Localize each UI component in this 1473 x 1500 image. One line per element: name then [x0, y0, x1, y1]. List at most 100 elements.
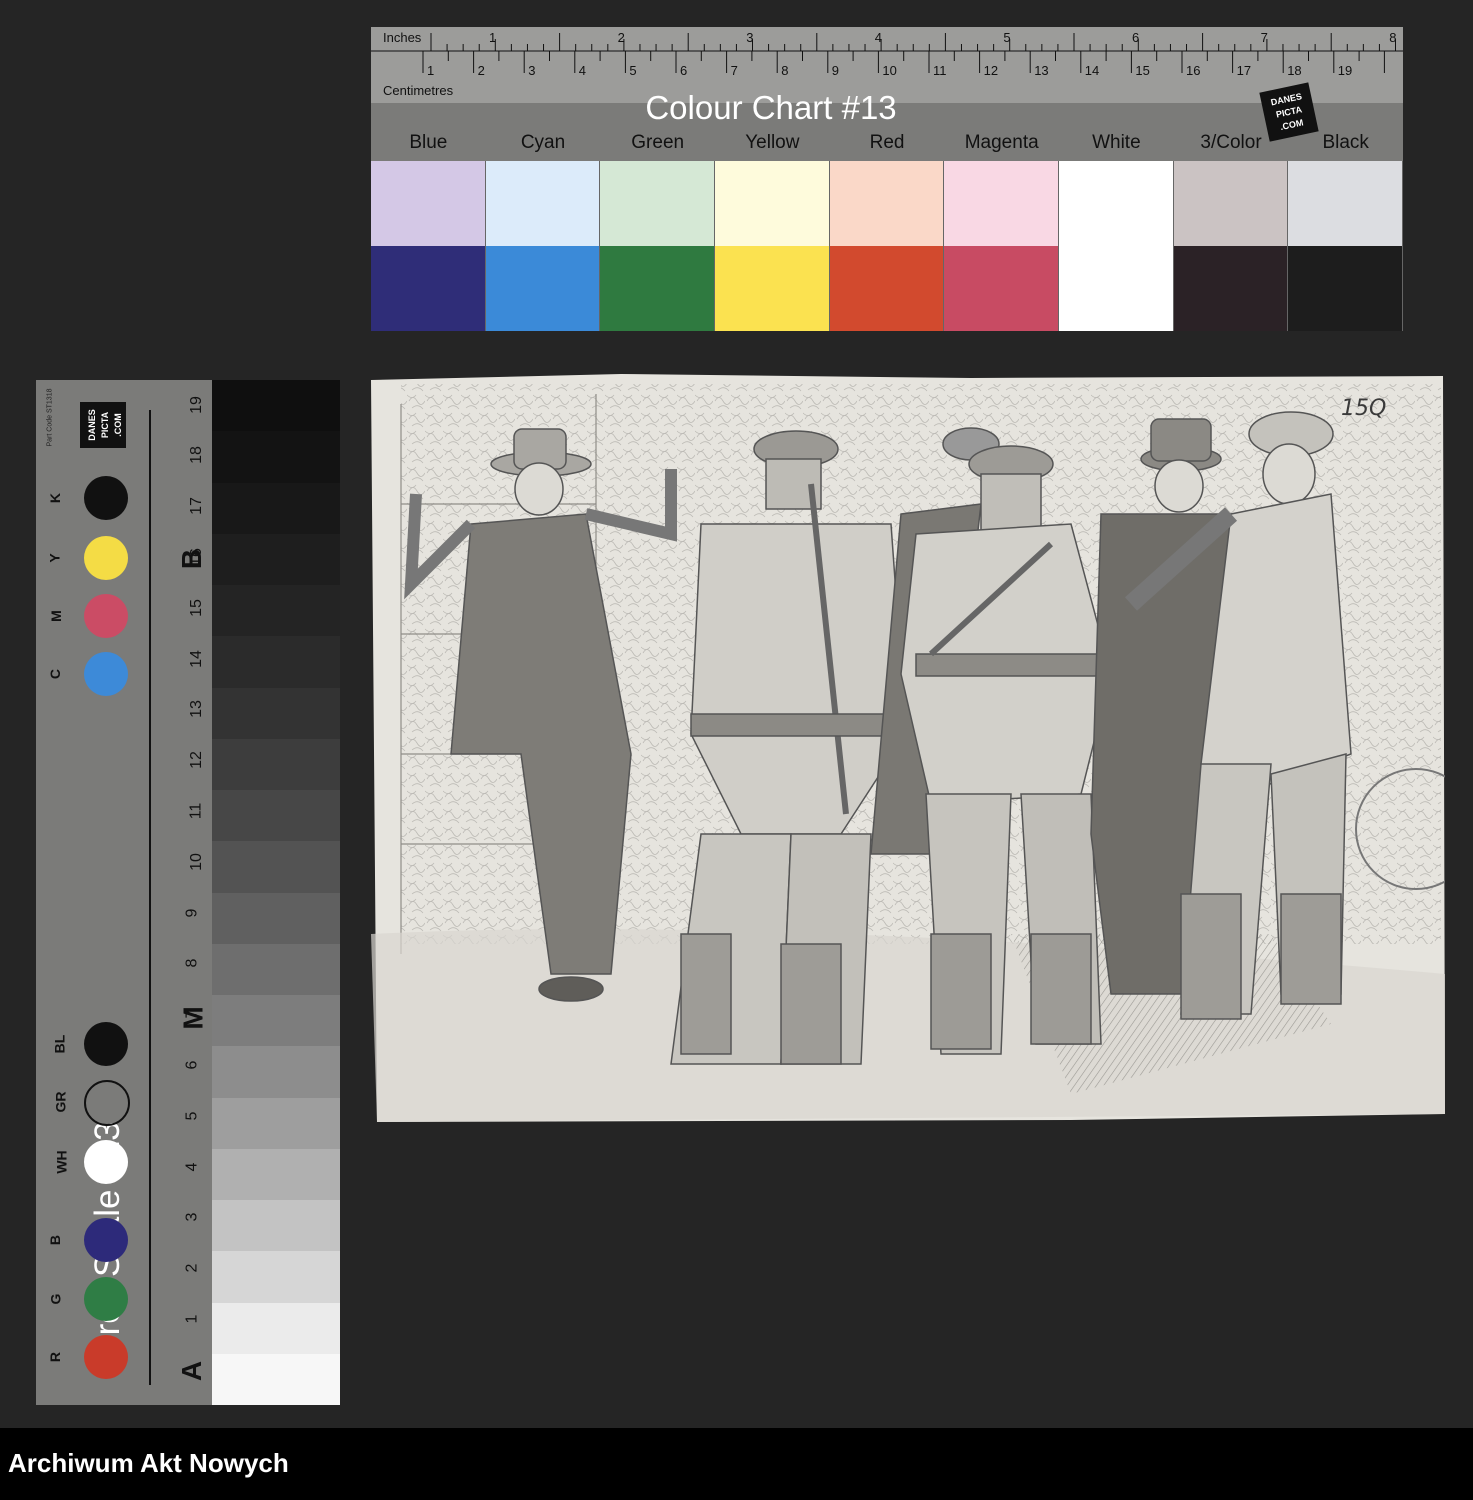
- patch-dot: [84, 594, 128, 638]
- grey-ramp: [212, 380, 340, 1405]
- colour-chart: Inches Centimetres Colour Chart #13 DANE…: [371, 27, 1404, 331]
- patch-dot: [84, 652, 128, 696]
- grey-scale-number: 8: [183, 958, 201, 968]
- colour-swatch-column: [485, 161, 601, 331]
- dark-swatch: [600, 246, 715, 331]
- dark-swatch: [485, 246, 600, 331]
- grey-step: [212, 995, 340, 1047]
- inch-mark: 8: [1389, 30, 1397, 45]
- cm-mark: 5: [629, 63, 637, 78]
- cm-mark: 15: [1135, 63, 1150, 78]
- grey-step: [212, 585, 340, 637]
- inch-mark: 6: [1132, 30, 1140, 45]
- grey-scale-number: 15: [187, 598, 205, 617]
- inch-mark: 5: [1003, 30, 1011, 45]
- light-swatch: [944, 161, 1059, 246]
- grey-scale-number: 17: [187, 497, 205, 516]
- grey-scale-chart: Part Code ST1318 DANESPICTA.COM Grey Sca…: [36, 380, 340, 1405]
- grey-step: [212, 943, 340, 995]
- cm-mark: 4: [578, 63, 587, 78]
- cm-mark: 8: [781, 63, 789, 78]
- patch-dot: [84, 1277, 128, 1321]
- grey-step: [212, 1097, 340, 1149]
- colour-patch-label: White: [1092, 132, 1141, 153]
- cm-mark: 18: [1287, 63, 1302, 78]
- pencil-drawing: [371, 374, 1445, 1122]
- grey-scale-number: 2: [183, 1263, 201, 1273]
- patch-label: BL: [51, 1034, 68, 1054]
- colour-swatch-column: [715, 161, 830, 331]
- grey-step: [212, 790, 340, 842]
- grey-step: [212, 687, 340, 739]
- dark-swatch: [944, 246, 1059, 331]
- cm-mark: 12: [983, 63, 999, 78]
- colour-swatch-column: [600, 161, 716, 331]
- light-swatch: [1059, 161, 1173, 246]
- patch-dot: [84, 476, 128, 520]
- patch-dot: [84, 1335, 128, 1379]
- grey-scale-number: 9: [183, 908, 201, 918]
- grey-scale-letter: A: [176, 1360, 208, 1382]
- colour-patch-label: Green: [631, 132, 685, 153]
- patch-label: G: [47, 1293, 64, 1305]
- inch-mark: 2: [617, 30, 625, 45]
- grey-scale-number: 11: [187, 802, 205, 820]
- divider-line: [149, 410, 151, 1385]
- colour-patch-label: Red: [869, 132, 905, 153]
- footer-bar: Archiwum Akt Nowych: [0, 1428, 1473, 1500]
- cm-mark: 9: [831, 63, 840, 78]
- inches-label: Inches: [383, 30, 422, 45]
- grey-scale-number: 19: [187, 395, 205, 414]
- grey-step: [212, 533, 340, 585]
- grey-scale-number: 10: [187, 852, 205, 871]
- inch-mark: 4: [874, 30, 883, 45]
- cm-mark: 19: [1337, 63, 1353, 78]
- colour-chart-title: Colour Chart #13: [645, 89, 897, 126]
- grey-scale-number: 18: [187, 446, 205, 465]
- patch-label: K: [47, 492, 64, 504]
- grey-step: [212, 1046, 340, 1098]
- grey-step: [212, 892, 340, 944]
- patch-dot: [84, 1080, 130, 1126]
- grey-scale-number: 1: [183, 1314, 201, 1324]
- patch-label: GR: [52, 1091, 69, 1113]
- grey-step: [212, 1148, 340, 1200]
- colour-swatches: [371, 161, 1404, 331]
- cm-mark: 2: [477, 63, 485, 78]
- cm-mark: 11: [933, 63, 947, 78]
- colour-patch-labels: Blue Cyan Green Yellow Red Magenta White 3/Colo…: [371, 132, 1403, 158]
- grey-scale-number: 3: [183, 1212, 201, 1222]
- dark-swatch: [1288, 246, 1403, 331]
- grey-scale-number: 13: [187, 700, 205, 719]
- colour-swatch-column: [1059, 161, 1174, 331]
- patch-label: M: [47, 610, 64, 622]
- colour-swatch-column: [944, 161, 1060, 331]
- colour-swatch-column: [1173, 161, 1289, 331]
- dark-swatch: [715, 246, 829, 331]
- patch-label: Y: [46, 553, 63, 563]
- colour-patch-label: Yellow: [745, 132, 800, 153]
- light-swatch: [1173, 161, 1288, 246]
- grey-scale-letter: M: [177, 1006, 209, 1030]
- grey-step: [212, 1251, 340, 1303]
- dark-swatch: [1059, 246, 1173, 331]
- grey-step: [212, 636, 340, 688]
- patch-dot: [84, 1218, 128, 1262]
- cm-mark: 1: [427, 63, 435, 78]
- light-swatch: [600, 161, 715, 246]
- colour-patch-label: 3/Color: [1200, 132, 1262, 153]
- cm-mark: 7: [730, 63, 738, 78]
- dark-swatch: [371, 246, 485, 331]
- colour-patch-label: Magenta: [964, 132, 1039, 153]
- dark-swatch: [829, 246, 944, 331]
- colour-patch-label: Cyan: [520, 132, 566, 153]
- grey-step: [212, 380, 340, 432]
- grey-step: [212, 1353, 340, 1405]
- grey-step: [212, 431, 340, 483]
- patch-label: C: [47, 668, 64, 680]
- inch-mark: 7: [1260, 30, 1268, 45]
- cm-mark: 16: [1186, 63, 1201, 78]
- grey-step: [212, 1200, 340, 1252]
- page-number: 15Q: [1341, 396, 1387, 421]
- archive-name: Archiwum Akt Nowych: [8, 1448, 289, 1478]
